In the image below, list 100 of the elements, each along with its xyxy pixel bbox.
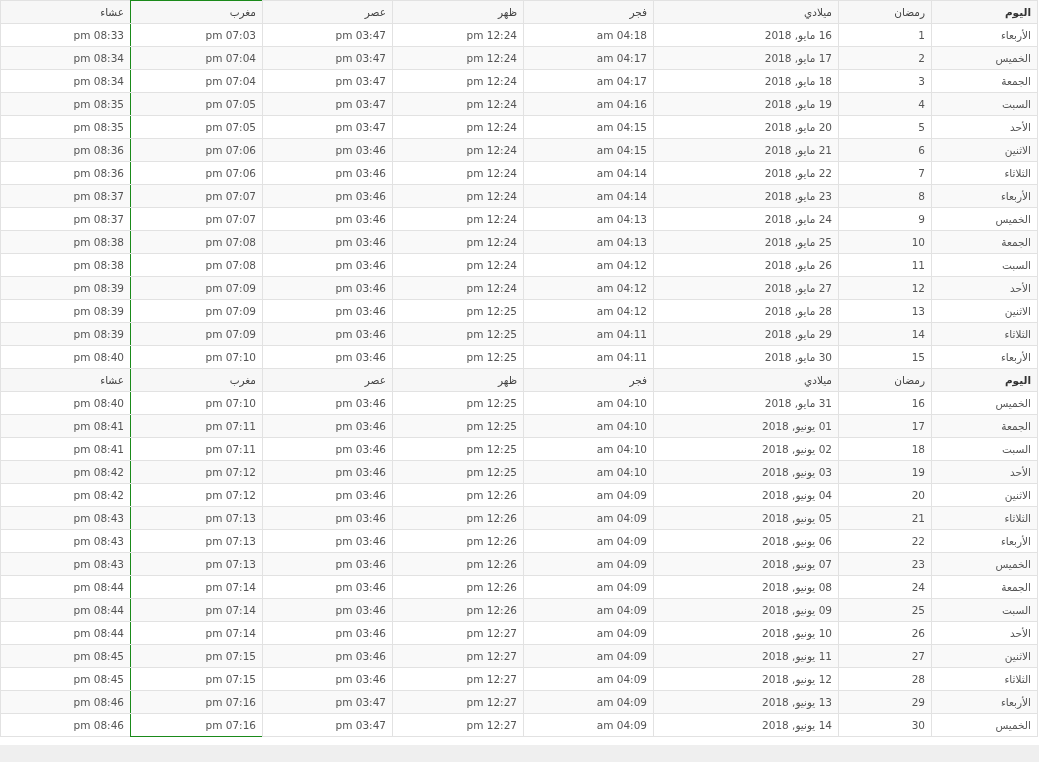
table-cell: 07:08 pm: [130, 230, 263, 254]
table-cell: 08:44 pm: [0, 598, 131, 622]
table-cell: 07:13 pm: [130, 552, 263, 576]
table-cell: 03:46 pm: [262, 322, 393, 346]
table-cell: 04:10 am: [523, 437, 654, 461]
table-cell: 12:24 pm: [392, 69, 524, 93]
table-cell: 08:45 pm: [0, 644, 131, 668]
table-cell: 08:34 pm: [0, 69, 131, 93]
table-cell: 18 مايو, 2018: [653, 69, 839, 93]
table-cell: الأحد: [931, 276, 1038, 300]
table-cell: 04:14 am: [523, 161, 654, 185]
column-header: ظهر: [392, 368, 524, 392]
table-cell: 25: [838, 598, 932, 622]
table-cell: 07:07 pm: [130, 207, 263, 231]
table-cell: الأربعاء: [931, 529, 1038, 553]
table-cell: 12:26 pm: [392, 506, 524, 530]
table-cell: 08:36 pm: [0, 161, 131, 185]
column-header: ميلادي: [653, 368, 839, 392]
table-cell: 03:46 pm: [262, 483, 393, 507]
table-cell: 03:47 pm: [262, 23, 393, 47]
table-cell: 11: [838, 253, 932, 277]
table-cell: 24: [838, 575, 932, 599]
table-cell: 07:06 pm: [130, 161, 263, 185]
table-cell: 29 مايو, 2018: [653, 322, 839, 346]
table-cell: 04:12 am: [523, 299, 654, 323]
table-cell: 19: [838, 460, 932, 484]
table-cell: 08:38 pm: [0, 253, 131, 277]
table-cell: 12:24 pm: [392, 207, 524, 231]
table-cell: 04:11 am: [523, 345, 654, 369]
table-cell: 08:39 pm: [0, 299, 131, 323]
table-cell: 12:27 pm: [392, 667, 524, 691]
table-cell: 03 يونيو, 2018: [653, 460, 839, 484]
column-header: عشاء: [0, 368, 131, 392]
table-cell: 25 مايو, 2018: [653, 230, 839, 254]
table-cell: 04:09 am: [523, 552, 654, 576]
table-cell: 07:10 pm: [130, 391, 263, 415]
table-cell: 13: [838, 299, 932, 323]
table-cell: 19 مايو, 2018: [653, 92, 839, 116]
table-cell: 08:41 pm: [0, 437, 131, 461]
table-cell: 26: [838, 621, 932, 645]
table-cell: 04:14 am: [523, 184, 654, 208]
table-cell: 4: [838, 92, 932, 116]
table-cell: 07:07 pm: [130, 184, 263, 208]
table-cell: 04:09 am: [523, 506, 654, 530]
table-cell: 12:25 pm: [392, 322, 524, 346]
table-cell: 07:15 pm: [130, 667, 263, 691]
table-cell: 17 مايو, 2018: [653, 46, 839, 70]
table-cell: 03:46 pm: [262, 299, 393, 323]
table-cell: 23 مايو, 2018: [653, 184, 839, 208]
table-cell: 20 مايو, 2018: [653, 115, 839, 139]
table-cell: 04:09 am: [523, 575, 654, 599]
table-cell: 07:08 pm: [130, 253, 263, 277]
table-cell: الخميس: [931, 46, 1038, 70]
table-cell: 12 يونيو, 2018: [653, 667, 839, 691]
table-cell: 12:25 pm: [392, 460, 524, 484]
table-cell: 14 يونيو, 2018: [653, 713, 839, 737]
table-cell: 08:43 pm: [0, 506, 131, 530]
table-cell: الجمعة: [931, 575, 1038, 599]
column-header: مغرب: [130, 0, 263, 24]
table-cell: 03:46 pm: [262, 276, 393, 300]
table-cell: 08:37 pm: [0, 184, 131, 208]
table-cell: 5: [838, 115, 932, 139]
table-cell: 3: [838, 69, 932, 93]
table-cell: 12:25 pm: [392, 414, 524, 438]
table-cell: 03:46 pm: [262, 437, 393, 461]
table-cell: 03:46 pm: [262, 253, 393, 277]
table-cell: 05 يونيو, 2018: [653, 506, 839, 530]
table-cell: 07:09 pm: [130, 299, 263, 323]
table-cell: 07:03 pm: [130, 23, 263, 47]
table-cell: 04:09 am: [523, 690, 654, 714]
table-cell: 04:09 am: [523, 713, 654, 737]
column-header: عصر: [262, 0, 393, 24]
table-cell: 08:34 pm: [0, 46, 131, 70]
table-cell: 12:24 pm: [392, 184, 524, 208]
table-cell: 08:43 pm: [0, 552, 131, 576]
table-cell: 02 يونيو, 2018: [653, 437, 839, 461]
table-cell: 08:43 pm: [0, 529, 131, 553]
table-cell: 07:14 pm: [130, 575, 263, 599]
table-cell: الجمعة: [931, 69, 1038, 93]
table-cell: 03:46 pm: [262, 230, 393, 254]
table-cell: الثلاثاء: [931, 667, 1038, 691]
table-cell: 12:24 pm: [392, 138, 524, 162]
table-cell: 12:24 pm: [392, 92, 524, 116]
table-cell: 08:44 pm: [0, 621, 131, 645]
table-cell: 04:17 am: [523, 46, 654, 70]
table-cell: الأحد: [931, 621, 1038, 645]
table-cell: الثلاثاء: [931, 161, 1038, 185]
table-cell: الأربعاء: [931, 184, 1038, 208]
table-cell: 24 مايو, 2018: [653, 207, 839, 231]
table-cell: 03:46 pm: [262, 345, 393, 369]
table-cell: 04:12 am: [523, 276, 654, 300]
table-cell: 07:14 pm: [130, 621, 263, 645]
table-cell: 08:46 pm: [0, 713, 131, 737]
table-cell: 04:18 am: [523, 23, 654, 47]
table-cell: الاثنين: [931, 644, 1038, 668]
table-cell: 26 مايو, 2018: [653, 253, 839, 277]
table-cell: 12:27 pm: [392, 644, 524, 668]
table-cell: 07:12 pm: [130, 483, 263, 507]
column-header: عشاء: [0, 0, 131, 24]
table-cell: 04:09 am: [523, 644, 654, 668]
